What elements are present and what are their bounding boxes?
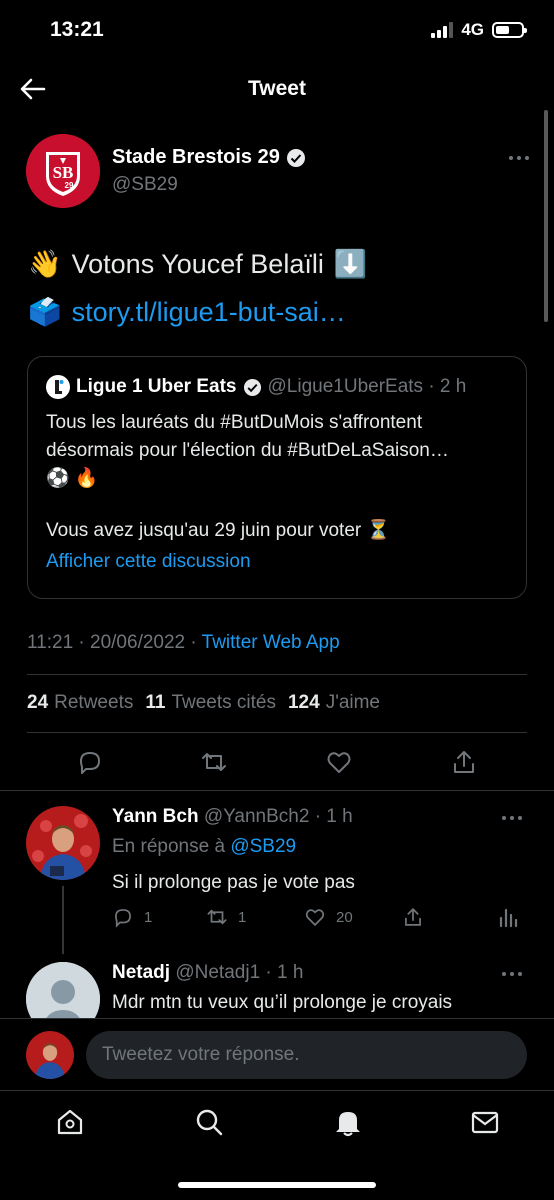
reply-author-name[interactable]: Yann Bch	[112, 806, 199, 827]
reply-retweet-button[interactable]: 1	[206, 906, 246, 928]
quote-author-name: Ligue 1 Uber Eats	[76, 376, 237, 397]
tweet-line-1: 👋 Votons Youcef Belaïli ⬇️	[28, 240, 528, 288]
ballot-box-emoji: 🗳️	[28, 297, 62, 327]
author-name[interactable]: Stade Brestois 29	[112, 146, 306, 169]
reply-to-handle-link[interactable]: @SB29	[230, 836, 296, 857]
verified-badge-icon	[286, 148, 305, 167]
home-indicator[interactable]	[178, 1182, 376, 1188]
notifications-bell-icon[interactable]	[333, 1107, 363, 1137]
reply-icon	[115, 909, 131, 928]
battery-icon	[492, 22, 527, 38]
status-bar: 13:21 4G	[0, 0, 554, 62]
retweet-icon[interactable]	[200, 748, 228, 776]
quoted-tweet[interactable]: Ligue 1 Uber Eats @Ligue1UberEats · 2 h …	[27, 356, 527, 599]
search-icon[interactable]	[194, 1107, 224, 1137]
divider	[27, 674, 527, 675]
user-avatar[interactable]	[26, 1031, 74, 1079]
analytics-icon	[499, 908, 518, 928]
svg-text:SB: SB	[53, 163, 74, 182]
tweet-stats: 24 Retweets 11 Tweets cités 124 J'aime	[27, 692, 380, 714]
tweet-body: 👋 Votons Youcef Belaïli ⬇️ 🗳️ story.tl/l…	[28, 240, 528, 336]
reply-header: Netadj @Netadj1 · 1 h	[112, 962, 303, 984]
status-icons: 4G	[431, 20, 527, 40]
share-icon[interactable]	[450, 748, 478, 776]
tweet-line-2: 🗳️ story.tl/ligue1-but-sai…	[28, 288, 528, 336]
reply-input[interactable]: Tweetez votre réponse.	[86, 1031, 527, 1079]
reply-text: Si il prolonge pas je vote pas	[112, 872, 355, 893]
reply-to-line: En réponse à @SB29	[112, 836, 297, 857]
tweet-link[interactable]: story.tl/ligue1-but-sai…	[72, 288, 346, 336]
reply-handle-time: @YannBch2 · 1 h	[203, 806, 353, 827]
reply-header: Yann Bch @YannBch2 · 1 h	[112, 806, 353, 828]
quotes-stat[interactable]: 11 Tweets cités	[145, 692, 276, 714]
avatar[interactable]	[26, 806, 100, 880]
reply-composer: Tweetez votre réponse.	[0, 1018, 554, 1090]
messages-icon[interactable]	[470, 1107, 500, 1137]
club-logo-avatar[interactable]: SB 29	[26, 134, 100, 208]
status-time: 13:21	[50, 18, 104, 41]
network-label: 4G	[461, 20, 484, 39]
more-options-icon[interactable]	[500, 814, 524, 822]
tweet-actions	[0, 744, 554, 780]
author-handle[interactable]: @SB29	[112, 174, 178, 196]
tweet-author: SB 29 Stade Brestois 29 @SB29	[26, 134, 531, 214]
likes-stat[interactable]: 124 J'aime	[288, 692, 380, 714]
quote-header: Ligue 1 Uber Eats @Ligue1UberEats · 2 h	[46, 375, 508, 399]
reply-item[interactable]: Yann Bch @YannBch2 · 1 h En réponse à @S…	[0, 790, 554, 960]
reply-text: Mdr mtn tu veux qu’il prolonge je croyai…	[112, 992, 453, 1013]
reply-handle-time: @Netadj1 · 1 h	[175, 962, 304, 983]
home-icon[interactable]	[55, 1107, 85, 1137]
reply-item[interactable]: Netadj @Netadj1 · 1 h Mdr mtn tu veux qu…	[0, 942, 554, 1018]
source-app-link[interactable]: Twitter Web App	[202, 632, 340, 653]
divider	[27, 732, 527, 733]
share-icon	[405, 907, 421, 926]
top-header: Tweet	[0, 62, 554, 116]
like-heart-icon	[305, 909, 325, 927]
reply-author-name[interactable]: Netadj	[112, 962, 170, 983]
tweet-text: Votons Youcef Belaïli	[71, 249, 324, 279]
reply-icon[interactable]	[76, 748, 104, 776]
reply-like-button[interactable]: 20	[304, 906, 353, 928]
scrollbar[interactable]	[544, 110, 548, 322]
ligue1-logo-icon	[46, 375, 70, 399]
svg-text:29: 29	[65, 181, 74, 190]
tweet-timestamp: 11:21 · 20/06/2022 · Twitter Web App	[27, 632, 340, 653]
quote-text: Tous les lauréats du #ButDuMois s'affron…	[46, 412, 449, 541]
reply-actions: 1 1 20	[112, 906, 522, 930]
page-title: Tweet	[248, 77, 306, 100]
retweets-stat[interactable]: 24 Retweets	[27, 692, 133, 714]
like-heart-icon[interactable]	[325, 748, 353, 776]
more-options-icon[interactable]	[500, 970, 524, 978]
default-avatar[interactable]	[26, 962, 100, 1018]
show-thread-link[interactable]: Afficher cette discussion	[46, 551, 508, 573]
signal-icon	[431, 22, 454, 38]
down-arrow-emoji: ⬇️	[333, 249, 368, 279]
reply-reply-button[interactable]: 1	[112, 906, 152, 928]
more-options-icon[interactable]	[507, 154, 531, 162]
quote-handle-time: @Ligue1UberEats · 2 h	[267, 376, 467, 397]
waving-hand-emoji: 👋	[28, 249, 62, 279]
retweet-icon	[207, 909, 227, 925]
reply-share-button[interactable]	[402, 906, 424, 928]
verified-badge-icon	[243, 378, 261, 396]
reply-analytics-button[interactable]	[498, 906, 518, 928]
